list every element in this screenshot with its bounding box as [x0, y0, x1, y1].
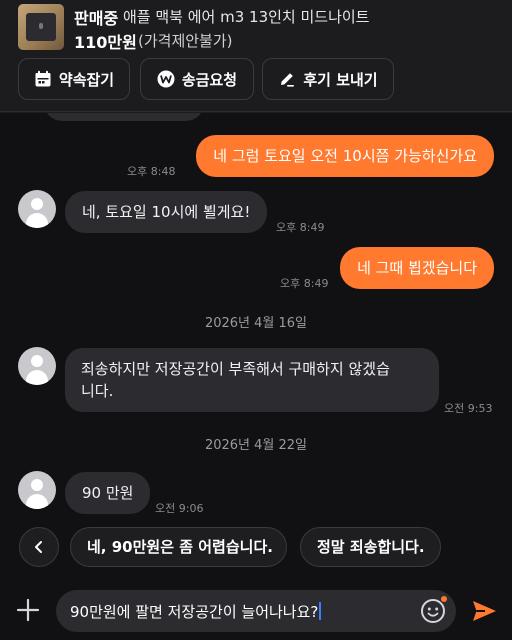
message-input[interactable]: 90만원에 팔면 저장공간이 늘어나나요?: [56, 590, 456, 632]
quick-reply-chip[interactable]: 네, 90만원은 좀 어렵습니다.: [70, 527, 287, 567]
avatar-head: [31, 479, 43, 491]
quick-reply-bar: 네, 90만원은 좀 어렵습니다. 정말 죄송합니다.: [0, 527, 512, 569]
product-title[interactable]: 애플 맥북 에어 m3 13인치 미드나이트: [123, 6, 369, 27]
sale-status: 판매중: [74, 9, 119, 28]
message-composer: 90만원에 팔면 저장공간이 늘어나나요?: [0, 580, 512, 640]
text-caret: [319, 602, 322, 620]
calendar-icon: [35, 70, 51, 87]
message-time: 오후 8:49: [276, 221, 325, 234]
date-separator: 2026년 4월 16일: [204, 316, 308, 331]
schedule-button[interactable]: 약속잡기: [18, 58, 130, 100]
pencil-icon: [281, 73, 295, 87]
notification-dot: [441, 596, 447, 602]
chat-messages[interactable]: 네 그럼 토요일 오전 10시쯤 가능하신가요 오후 8:48 네, 토요일 1…: [0, 113, 512, 580]
my-message-bubble[interactable]: 네 그때 뵙겠습니다: [340, 247, 494, 289]
quick-reply-back-button[interactable]: [19, 527, 59, 567]
avatar-body: [26, 370, 48, 385]
other-message-bubble[interactable]: 90 만원: [65, 472, 151, 514]
message-line: 죄송하지만 저장공간이 부족해서 구매하지 않겠습: [81, 360, 390, 378]
message-input-text: 90만원에 팔면 저장공간이 늘어나나요?: [70, 601, 322, 622]
product-price: 110만원: [74, 33, 137, 52]
my-message-bubble[interactable]: 네 그럼 토요일 오전 10시쯤 가능하신가요: [196, 135, 494, 177]
product-thumbnail[interactable]: [18, 4, 64, 50]
schedule-label: 약속잡기: [58, 70, 115, 89]
send-icon[interactable]: [470, 597, 498, 625]
price-note: (가격제안불가): [138, 32, 233, 50]
avatar[interactable]: [18, 190, 56, 228]
avatar-head: [31, 355, 43, 367]
message-time: 오후 8:48: [127, 165, 176, 178]
message-input-value: 90만원에 팔면 저장공간이 늘어나나요?: [70, 603, 319, 621]
date-separator: 2026년 4월 22일: [204, 438, 308, 453]
message-time: 오후 8:49: [280, 277, 329, 290]
message-bubble-partial: [44, 113, 204, 121]
plus-icon[interactable]: [14, 596, 42, 624]
won-pay-icon: [157, 70, 175, 88]
remit-label: 송금요청: [181, 70, 238, 89]
other-message-bubble[interactable]: 죄송하지만 저장공간이 부족해서 구매하지 않겠습 니다.: [65, 348, 439, 412]
send-review-button[interactable]: 후기 보내기: [262, 58, 394, 100]
chevron-left-icon: [35, 541, 42, 553]
laptop-image: [26, 13, 56, 41]
avatar[interactable]: [18, 471, 56, 509]
chat-header: 판매중 애플 맥북 에어 m3 13인치 미드나이트 110만원 (가격제안불가…: [0, 0, 512, 112]
other-message-bubble[interactable]: 네, 토요일 10시에 뵐게요!: [65, 191, 268, 233]
message-time: 오전 9:53: [444, 402, 493, 415]
avatar-head: [31, 198, 43, 210]
quick-reply-chip[interactable]: 정말 죄송합니다.: [300, 527, 441, 567]
message-time: 오전 9:06: [155, 502, 204, 515]
smiley-icon[interactable]: [420, 598, 446, 624]
avatar[interactable]: [18, 347, 56, 385]
avatar-body: [26, 213, 48, 228]
remit-request-button[interactable]: 송금요청: [140, 58, 254, 100]
review-label: 후기 보내기: [303, 70, 378, 89]
message-line: 니다.: [81, 382, 114, 400]
avatar-body: [26, 494, 48, 509]
